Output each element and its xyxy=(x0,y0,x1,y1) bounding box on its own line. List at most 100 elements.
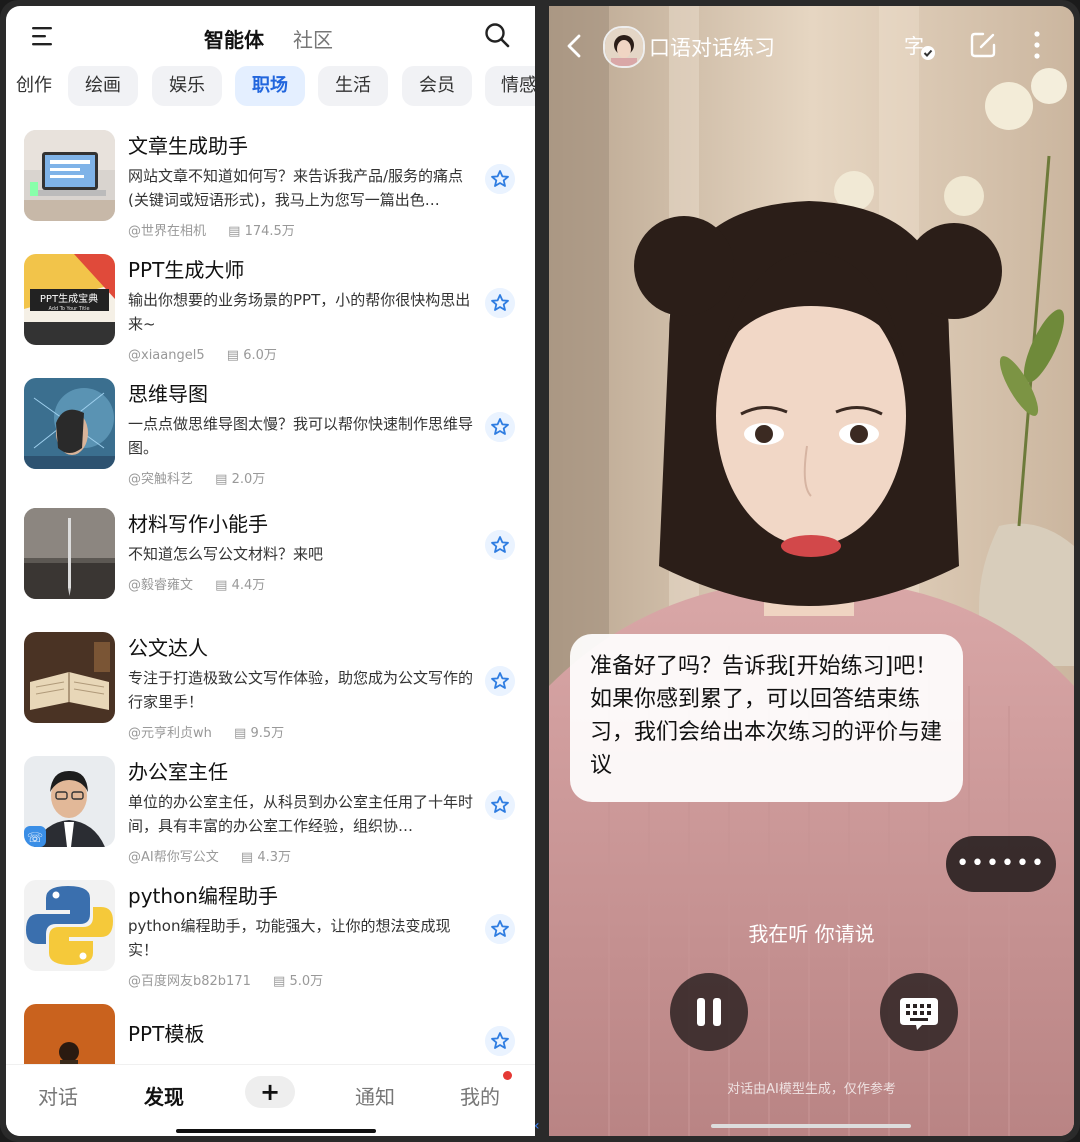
item-description: 一点点做思维导图太慢？我可以帮你快速制作思维导图。 xyxy=(128,415,474,457)
item-meta: @毅睿雍文 ▤ 4.4万 xyxy=(128,574,265,593)
typing-indicator[interactable]: •••••• xyxy=(946,836,1056,892)
home-indicator xyxy=(711,1124,911,1128)
notification-badge xyxy=(503,1071,512,1080)
chat-count-icon: ▤ xyxy=(234,726,247,741)
category-chip[interactable]: 创作 xyxy=(6,66,58,106)
assistant-message-bubble: 准备好了吗？告诉我[开始练习]吧！如果你感到累了，可以回答结束练习，我们会给出本… xyxy=(570,634,963,802)
list-item[interactable]: 材料写作小能手 不知道怎么写公文材料？来吧 @毅睿雍文 ▤ 4.4万 xyxy=(6,502,535,622)
keyboard-icon xyxy=(900,998,938,1030)
star-icon[interactable] xyxy=(485,790,515,820)
category-chip[interactable]: 生活 xyxy=(318,66,388,106)
item-count: 4.3万 xyxy=(257,850,291,865)
page-title: 口语对话练习 xyxy=(649,36,775,60)
screen-frame: 智能体 社区 创作 绘画 娱乐 职场 生活 会员 情感 文章生成助手 网站文章不… xyxy=(0,0,1080,1142)
thumbnail-image xyxy=(24,130,115,221)
category-chip[interactable]: 娱乐 xyxy=(152,66,222,106)
menu-icon[interactable] xyxy=(32,26,56,46)
list-item[interactable]: python编程助手 python编程助手，功能强大，让你的想法变成现实！ @百… xyxy=(6,874,535,994)
nav-mine[interactable]: 我的 xyxy=(460,1081,500,1110)
item-meta: @xiaangel5 ▤ 6.0万 xyxy=(128,344,277,363)
thumbnail-image xyxy=(24,378,115,469)
item-count: 174.5万 xyxy=(244,224,295,239)
edit-icon[interactable] xyxy=(969,31,997,59)
thumb-caption: PPT生成宝典 xyxy=(40,292,98,305)
more-icon[interactable] xyxy=(1029,29,1045,61)
star-icon[interactable] xyxy=(485,666,515,696)
item-meta: @突触科艺 ▤ 2.0万 xyxy=(128,468,265,487)
star-icon[interactable] xyxy=(485,1026,515,1056)
discover-panel: 智能体 社区 创作 绘画 娱乐 职场 生活 会员 情感 文章生成助手 网站文章不… xyxy=(6,6,535,1136)
item-author: @百度网友b82b171 xyxy=(128,974,251,989)
star-icon[interactable] xyxy=(485,914,515,944)
item-author: @xiaangel5 xyxy=(128,348,205,363)
item-description: python编程助手，功能强大，让你的想法变成现实！ xyxy=(128,917,451,959)
item-title: python编程助手 xyxy=(128,884,278,908)
nav-discover[interactable]: 发现 xyxy=(144,1081,184,1110)
item-count: 6.0万 xyxy=(243,348,277,363)
back-icon[interactable] xyxy=(565,33,583,59)
list-item[interactable]: ☏ 办公室主任 单位的办公室主任，从科员到办公室主任用了十年时间，具有丰富的办公… xyxy=(6,750,535,870)
pause-button[interactable] xyxy=(670,973,748,1051)
item-meta: @元亨利贞wh ▤ 9.5万 xyxy=(128,722,284,741)
star-icon[interactable] xyxy=(485,412,515,442)
category-bar: 创作 绘画 娱乐 职场 生活 会员 情感 xyxy=(6,66,535,114)
item-author: @突触科艺 xyxy=(128,472,194,487)
home-indicator xyxy=(176,1129,376,1133)
item-description: 专注于打造极致公文写作体验，助您成为公文写作的行家里手！ xyxy=(128,669,474,711)
plus-icon: + xyxy=(259,1078,281,1106)
star-icon[interactable] xyxy=(485,164,515,194)
tab-community[interactable]: 社区 xyxy=(293,24,333,53)
category-chip[interactable]: 绘画 xyxy=(68,66,138,106)
listening-status: 我在听 你请说 xyxy=(748,922,875,946)
category-chip-active[interactable]: 职场 xyxy=(235,66,305,106)
pause-icon xyxy=(697,998,721,1026)
chat-count-icon: ▤ xyxy=(273,974,286,989)
list-item[interactable]: PPT生成宝典 Add To Your Title PPT生成大师 输出你想要的… xyxy=(6,248,535,368)
avatar[interactable] xyxy=(603,26,645,68)
thumbnail-image xyxy=(24,880,115,971)
list-item[interactable]: PPT模板 xyxy=(6,998,535,1064)
keyboard-button[interactable] xyxy=(880,973,958,1051)
item-author: @世界在相机 xyxy=(128,224,207,239)
svg-text:字: 字 xyxy=(904,34,924,58)
chat-count-icon: ▤ xyxy=(215,578,228,593)
item-count: 5.0万 xyxy=(289,974,324,989)
tab-agents[interactable]: 智能体 xyxy=(204,24,264,53)
chat-count-icon: ▤ xyxy=(215,472,228,487)
thumbnail-image xyxy=(24,632,115,723)
item-title: 材料写作小能手 xyxy=(128,512,268,536)
thumbnail-image xyxy=(24,1004,115,1064)
item-title: 办公室主任 xyxy=(128,760,228,784)
item-title: 公文达人 xyxy=(128,636,208,660)
item-description: 不知道怎么写公文材料？来吧 xyxy=(128,545,324,563)
item-description: 输出你想要的业务场景的PPT，小的帮你很快构思出来~ xyxy=(128,291,471,333)
split-handle-icon[interactable]: ‹ xyxy=(534,1118,540,1134)
item-meta: @AI帮你写公文 ▤ 4.3万 xyxy=(128,846,291,865)
list-item[interactable]: 文章生成助手 网站文章不知道如何写？来告诉我产品/服务的痛点(关键词或短语形式)… xyxy=(6,124,535,244)
top-bar: 智能体 社区 xyxy=(6,6,535,64)
item-count: 9.5万 xyxy=(250,726,285,741)
nav-chat[interactable]: 对话 xyxy=(38,1081,78,1110)
item-title: PPT生成大师 xyxy=(128,258,245,282)
item-title: 思维导图 xyxy=(128,382,208,406)
chat-count-icon: ▤ xyxy=(226,348,240,363)
item-meta: @百度网友b82b171 ▤ 5.0万 xyxy=(128,970,323,989)
item-title: PPT模板 xyxy=(128,1022,205,1046)
nav-notifications[interactable]: 通知 xyxy=(355,1081,395,1110)
voice-chat-panel: 口语对话练习 字 准备好了吗？告诉我[开始练习]吧！如果你感到累了，可以回答结束… xyxy=(549,6,1074,1136)
item-author: @元亨利贞wh xyxy=(128,726,212,741)
thumbnail-image xyxy=(24,508,115,599)
list-item[interactable]: 思维导图 一点点做思维导图太慢？我可以帮你快速制作思维导图。 @突触科艺 ▤ 2… xyxy=(6,372,535,492)
search-icon[interactable] xyxy=(484,22,510,48)
subtitle-toggle-icon[interactable]: 字 xyxy=(904,31,936,61)
create-button[interactable]: + xyxy=(245,1076,295,1108)
chat-count-icon: ▤ xyxy=(240,850,254,865)
category-chip[interactable]: 会员 xyxy=(402,66,472,106)
list-item[interactable]: 公文达人 专注于打造极致公文写作体验，助您成为公文写作的行家里手！ @元亨利贞w… xyxy=(6,626,535,746)
item-count: 4.4万 xyxy=(231,578,266,593)
item-count: 2.0万 xyxy=(231,472,266,487)
star-icon[interactable] xyxy=(485,288,515,318)
item-meta: @世界在相机 ▤ 174.5万 xyxy=(128,220,295,239)
star-icon[interactable] xyxy=(485,530,515,560)
category-chip[interactable]: 情感 xyxy=(485,66,535,106)
